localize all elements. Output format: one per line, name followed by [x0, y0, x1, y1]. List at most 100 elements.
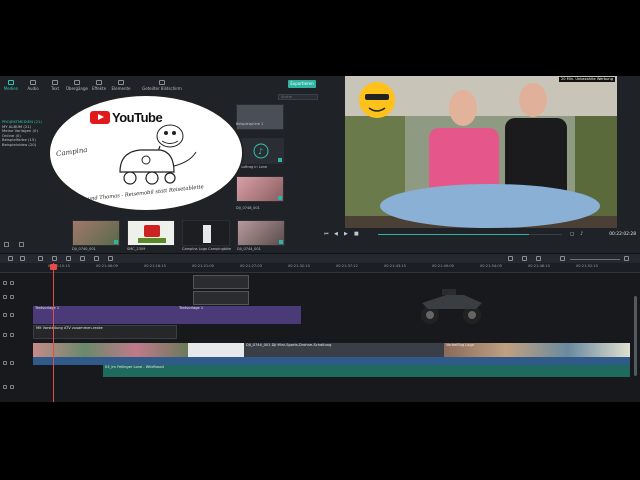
media-thumbnail[interactable]	[127, 220, 175, 246]
track-header	[0, 385, 32, 389]
lock-icon[interactable]	[3, 281, 7, 285]
used-check-icon	[114, 240, 118, 244]
preview-timecode: 00:22:02:28	[609, 232, 636, 237]
media-thumbnail[interactable]	[237, 220, 285, 246]
logo-clip[interactable]	[193, 291, 249, 305]
media-thumbnail-label: DJI_0748_001	[236, 206, 260, 210]
elements-icon	[118, 80, 124, 85]
puzzle-logo-icon	[138, 225, 166, 243]
step-back-icon[interactable]: ◀	[334, 231, 338, 237]
svg-text:♪: ♪	[258, 147, 263, 156]
tree-item-sample-video[interactable]: Beispielvideo (20)	[2, 142, 44, 148]
lock-icon[interactable]	[3, 333, 7, 337]
zoom-in-icon[interactable]	[624, 256, 629, 261]
media-thumbnail[interactable]	[236, 176, 284, 202]
text-clip[interactable]: Textvorlage 1	[33, 306, 177, 324]
audio-mixer-icon[interactable]	[108, 256, 113, 261]
tab-text[interactable]: Text	[44, 80, 66, 92]
cut-icon[interactable]	[52, 256, 57, 261]
timeline-toolbar	[0, 253, 640, 263]
video-audio-waveform[interactable]	[33, 357, 630, 365]
tree-footer	[4, 242, 44, 248]
color-icon[interactable]	[94, 256, 99, 261]
lock-icon[interactable]	[3, 313, 7, 317]
channel-logo: YouTube Campina Bine und Thomas - Reisem…	[48, 94, 244, 212]
ruler-tick-label: 00:21:21:00	[192, 264, 214, 268]
export-button[interactable]: Exportieren	[288, 80, 316, 88]
playhead-line[interactable]	[53, 263, 54, 402]
timeline-ruler[interactable]: 00:00:10:15 00:21:06:09 00:21:16:15 00:2…	[0, 263, 640, 273]
video-clip[interactable]	[33, 343, 188, 357]
lock-icon[interactable]	[3, 385, 7, 389]
ruler-tick-label: 00:21:32:10	[288, 264, 310, 268]
ruler-tick-label: 00:21:27:03	[240, 264, 262, 268]
text-clip[interactable]: Textvorlage 1	[177, 306, 301, 324]
project-tree: PROJEKTMEDIEN (21) MY ALBUM (21) Meine V…	[2, 119, 44, 148]
text-icon	[52, 80, 58, 85]
snapshot-icon[interactable]: ◻	[570, 231, 574, 237]
marker-icon[interactable]	[522, 256, 527, 261]
ruler-tick-label: 00:21:49:00	[432, 264, 454, 268]
preview-video-frame: 20 Min. Unbezahlte Werbung	[345, 76, 617, 228]
delete-icon[interactable]	[38, 256, 43, 261]
transitions-icon	[74, 80, 80, 85]
render-icon[interactable]	[508, 256, 513, 261]
tab-media[interactable]: Medien	[0, 80, 22, 92]
used-check-icon	[278, 158, 282, 162]
media-thumbnail-label: Beispielgrüne 1	[236, 122, 264, 126]
ruler-tick-label: 00:21:06:09	[96, 264, 118, 268]
audio-clip[interactable]: 03_Im Feilinger Lone - Wildfluss4	[103, 365, 630, 377]
used-check-icon	[278, 196, 282, 200]
folder-icon[interactable]	[19, 242, 24, 247]
media-thumbnail[interactable]	[182, 220, 230, 246]
track-header	[0, 361, 32, 365]
prev-frame-icon[interactable]: ⏮	[324, 231, 329, 237]
tab-audio[interactable]: Audio	[22, 80, 44, 92]
video-clip[interactable]: Vorbeiflug Logo	[444, 343, 630, 357]
sponsor-badge: 20 Min. Unbezahlte Werbung	[558, 77, 615, 82]
undo-icon[interactable]	[8, 256, 13, 261]
track-header	[0, 333, 32, 337]
media-thumbnail-label: DJI_0744_001	[237, 247, 261, 251]
atv-image[interactable]	[416, 285, 488, 325]
media-thumbnail[interactable]	[72, 220, 120, 246]
used-check-icon	[279, 240, 283, 244]
eye-icon[interactable]	[10, 313, 14, 317]
media-library-panel: Medien Audio Text Übergänge Effekte Elem…	[0, 76, 320, 252]
eye-icon[interactable]	[10, 295, 14, 299]
eye-icon[interactable]	[10, 281, 14, 285]
lock-icon[interactable]	[3, 361, 7, 365]
ruler-tick-label: 00:21:54:05	[480, 264, 502, 268]
volume-icon[interactable]: ♪	[580, 231, 583, 237]
search-input[interactable]: Suche	[278, 94, 318, 100]
tab-elements[interactable]: Elemente	[110, 80, 132, 92]
zoom-slider[interactable]	[570, 259, 620, 260]
subtitle-clip[interactable]: Mit Vorstellung ATV zusammen-recke	[33, 325, 177, 339]
logo-clip[interactable]	[193, 275, 249, 289]
stop-icon[interactable]: ■	[354, 231, 359, 237]
effects-icon	[96, 80, 102, 85]
tab-split-screen[interactable]: Geteilter Bildschirm	[132, 80, 192, 92]
preview-progress-bar[interactable]	[378, 234, 562, 235]
media-thumbnail[interactable]	[236, 104, 284, 130]
speed-icon[interactable]	[80, 256, 85, 261]
crop-icon[interactable]	[66, 256, 71, 261]
timeline-scrollbar[interactable]	[634, 296, 637, 376]
tab-transitions[interactable]: Übergänge	[66, 80, 88, 92]
play-icon[interactable]: ▶	[344, 231, 348, 237]
video-clip[interactable]	[188, 343, 244, 357]
eye-icon[interactable]	[10, 361, 14, 365]
voiceover-icon[interactable]	[536, 256, 541, 261]
timeline-tracks: Textvorlage 1 Textvorlage 1 Mit Vorstell…	[0, 273, 640, 402]
speaker-icon[interactable]	[10, 385, 14, 389]
new-folder-icon[interactable]	[4, 242, 9, 247]
ruler-tick-label: 00:21:37:12	[336, 264, 358, 268]
redo-icon[interactable]	[20, 256, 25, 261]
camp-lettering: Campina	[55, 145, 88, 159]
eye-icon[interactable]	[10, 333, 14, 337]
zoom-out-icon[interactable]	[560, 256, 565, 261]
video-clip[interactable]: DJI_0744_001 Dji Mini-Sports-Drohne-Scha…	[244, 343, 444, 357]
lock-icon[interactable]	[3, 295, 7, 299]
playhead-handle[interactable]	[50, 264, 57, 270]
tab-effects[interactable]: Effekte	[88, 80, 110, 92]
